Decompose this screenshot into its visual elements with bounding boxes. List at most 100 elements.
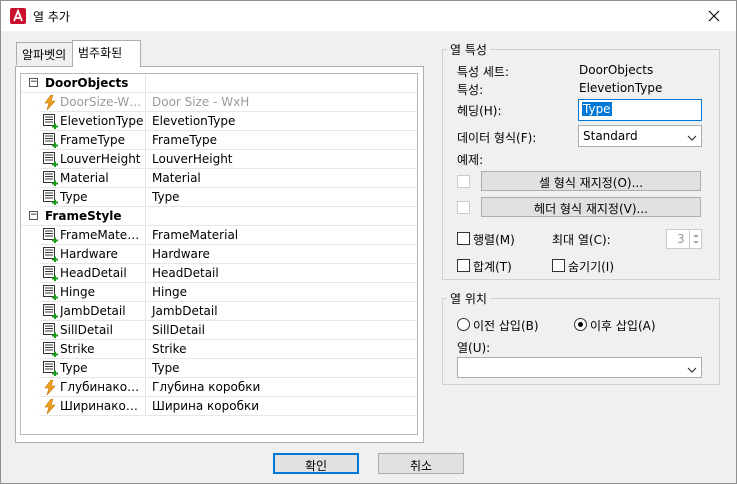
data-format-select[interactable]: Standard xyxy=(578,125,702,147)
tree-row[interactable]: Type Type xyxy=(21,359,417,378)
header-format-checkbox[interactable] xyxy=(457,201,470,214)
tree-row[interactable]: Ширинакоро... Ширина коробки xyxy=(21,397,417,416)
insert-before-radio[interactable] xyxy=(457,318,470,331)
header-format-override-button[interactable]: 헤더 형식 재지정(V)... xyxy=(481,197,701,217)
tree-row-name: Type xyxy=(60,190,88,204)
tree-row-name-cell: Type xyxy=(39,359,146,378)
tree-row[interactable]: HeadDetail HeadDetail xyxy=(21,264,417,283)
insert-after-radio[interactable] xyxy=(574,318,587,331)
tree-row[interactable]: SillDetail SillDetail xyxy=(21,321,417,340)
tree-row[interactable]: Strike Strike xyxy=(21,340,417,359)
tab-categorized[interactable]: 범주화된 xyxy=(72,40,141,67)
tree-row-value: Door Size - WxH xyxy=(147,93,417,112)
tree-row[interactable]: ElevetionType ElevetionType xyxy=(21,112,417,131)
tree-group[interactable]: − DoorObjects xyxy=(21,74,417,93)
hide-checkbox[interactable] xyxy=(552,259,565,272)
column-select[interactable] xyxy=(457,357,702,378)
tree-row[interactable]: FrameType FrameType xyxy=(21,131,417,150)
tree-row-name: FrameType xyxy=(60,133,125,147)
cell-format-override-button[interactable]: 셀 형식 재지정(O)... xyxy=(481,171,701,191)
property-list-icon xyxy=(43,285,58,301)
tree-row-name: LouverHeight xyxy=(60,152,141,166)
tree-group[interactable]: − FrameStyle xyxy=(21,207,417,226)
tree-row-value: FrameType xyxy=(147,131,417,150)
tree-row-value: FrameMaterial xyxy=(147,226,417,245)
tree-row-name: ElevetionType xyxy=(60,114,144,128)
property-list-icon xyxy=(43,114,58,130)
insert-after-label: 이후 삽입(A) xyxy=(590,319,656,333)
matrix-checkbox[interactable] xyxy=(457,232,470,245)
window-title: 열 추가 xyxy=(33,10,70,24)
tree-row-name-cell: Hardware xyxy=(39,245,146,264)
tree-row[interactable]: LouverHeight LouverHeight xyxy=(21,150,417,169)
heading-input-value: Type xyxy=(582,102,612,116)
property-list-icon xyxy=(43,133,58,149)
heading-input[interactable]: Type xyxy=(578,99,702,121)
tree-group-cell: − DoorObjects xyxy=(21,74,146,93)
tree-row[interactable]: Hinge Hinge xyxy=(21,283,417,302)
tree-row[interactable]: FrameMaterial FrameMaterial xyxy=(21,226,417,245)
lightning-icon xyxy=(43,94,58,111)
tree-row[interactable]: DoorSize-WxH Door Size - WxH xyxy=(21,93,417,112)
tree-row-name-cell: ElevetionType xyxy=(39,112,146,131)
total-label: 합계(T) xyxy=(473,260,512,274)
autocad-logo-icon xyxy=(10,8,26,24)
tree-row[interactable]: Material Material xyxy=(21,169,417,188)
cancel-button[interactable]: 취소 xyxy=(378,453,464,474)
tree-row-name-cell: FrameType xyxy=(39,131,146,150)
total-checkbox[interactable] xyxy=(457,259,470,272)
spinner-arrows-icon xyxy=(689,230,701,248)
chevron-down-icon xyxy=(687,363,697,377)
tree-row[interactable]: Hardware Hardware xyxy=(21,245,417,264)
tree-row-name: Глубинакоро... xyxy=(60,380,144,394)
property-set-label: 특성 세트: xyxy=(457,65,510,79)
collapse-icon[interactable]: − xyxy=(29,78,38,87)
title-bar: 열 추가 xyxy=(1,1,736,31)
tree-row-name-cell: SillDetail xyxy=(39,321,146,340)
property-list-icon xyxy=(43,171,58,187)
tree-row[interactable]: Type Type xyxy=(21,188,417,207)
tree-row[interactable]: Глубинакоро...Глубина коробки xyxy=(21,378,417,397)
column-label: 열(U): xyxy=(457,341,491,355)
close-button[interactable] xyxy=(692,1,736,31)
tab-alphabetical[interactable]: 알파벳의 xyxy=(16,42,73,65)
tree-row-value: Type xyxy=(147,359,417,378)
tree-row-name: FrameMaterial xyxy=(60,228,144,242)
collapse-icon[interactable]: − xyxy=(29,211,38,220)
tree-row-name: Strike xyxy=(60,342,95,356)
tree-row-value: Hardware xyxy=(147,245,417,264)
tree-row-name: Hardware xyxy=(60,247,118,261)
max-columns-spinner[interactable]: 3 xyxy=(666,229,702,249)
tree-row-value: HeadDetail xyxy=(147,264,417,283)
property-list-icon xyxy=(43,304,58,320)
tree-group-label: DoorObjects xyxy=(45,76,129,90)
tree-group-label: FrameStyle xyxy=(45,209,122,223)
property-tree[interactable]: − DoorObjects DoorSize-WxH Door Size - WxH E… xyxy=(20,73,418,435)
tree-row-name-cell: FrameMaterial xyxy=(39,226,146,245)
categorized-panel: − DoorObjects DoorSize-WxH Door Size - WxH E… xyxy=(15,66,424,443)
tree-row[interactable]: JambDetail JambDetail xyxy=(21,302,417,321)
tree-row-name-cell: Ширинакоро... xyxy=(39,397,146,416)
property-value: ElevetionType xyxy=(579,81,663,95)
data-format-label: 데이터 형식(F): xyxy=(457,131,537,145)
chevron-down-icon xyxy=(687,131,697,145)
column-properties-legend: 열 특성 xyxy=(447,41,490,58)
heading-label: 헤딩(H): xyxy=(457,104,502,118)
property-list-icon xyxy=(43,361,58,377)
cell-format-checkbox[interactable] xyxy=(457,175,470,188)
property-list-icon xyxy=(43,323,58,339)
property-list-icon xyxy=(43,247,58,263)
max-columns-value: 3 xyxy=(677,232,685,246)
matrix-label: 행렬(M) xyxy=(473,233,515,247)
tree-row-name: HeadDetail xyxy=(60,266,127,280)
ok-button[interactable]: 확인 xyxy=(273,453,359,474)
tree-row-value: Глубина коробки xyxy=(147,378,417,397)
tree-row-name: SillDetail xyxy=(60,323,113,337)
tree-row-value: SillDetail xyxy=(147,321,417,340)
tree-row-value: Material xyxy=(147,169,417,188)
property-list-icon xyxy=(43,228,58,244)
column-position-legend: 열 위치 xyxy=(447,290,490,307)
tree-row-value: Strike xyxy=(147,340,417,359)
property-list-icon xyxy=(43,266,58,282)
example-label: 예제: xyxy=(457,153,484,167)
